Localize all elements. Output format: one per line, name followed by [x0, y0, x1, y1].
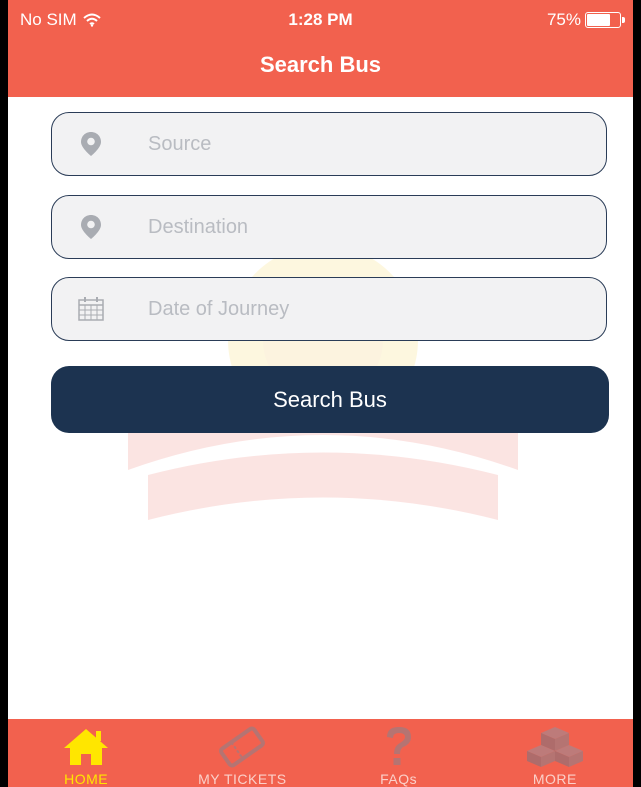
tab-faqs[interactable]: FAQs: [321, 719, 477, 787]
search-bus-button[interactable]: Search Bus: [51, 366, 609, 433]
ticket-icon: [216, 725, 268, 769]
phone-screen: No SIM 1:28 PM 75% Search Bus Source Des…: [8, 0, 633, 787]
boxes-icon: [526, 725, 583, 769]
tab-label: HOME: [64, 771, 109, 787]
tab-label: MORE: [532, 771, 577, 787]
location-pin-icon: [76, 129, 106, 159]
tab-label: FAQs: [380, 771, 418, 787]
status-battery: 75%: [546, 10, 625, 30]
battery-icon: [585, 12, 625, 28]
battery-text: 75%: [546, 10, 581, 29]
status-time: 1:28 PM: [288, 10, 353, 29]
tab-more[interactable]: MORE: [477, 719, 633, 787]
source-field[interactable]: [51, 112, 607, 176]
tab-label: MY TICKETS: [198, 771, 287, 787]
tab-home[interactable]: HOME: [8, 719, 164, 787]
date-input[interactable]: [146, 296, 570, 322]
question-icon: [381, 725, 417, 769]
calendar-icon: [76, 294, 106, 324]
tab-my-tickets[interactable]: MY TICKETS: [164, 719, 320, 787]
tab-bar: HOME MY TICKETS FAQs MORE: [8, 719, 633, 787]
app-header: No SIM 1:28 PM 75% Search Bus: [8, 0, 633, 97]
home-icon: [62, 725, 110, 769]
destination-input[interactable]: [146, 214, 570, 240]
destination-field[interactable]: [51, 195, 607, 259]
page-title: Search Bus: [259, 52, 382, 77]
date-field[interactable]: [51, 277, 607, 341]
location-pin-icon: [76, 212, 106, 242]
source-input[interactable]: [146, 131, 570, 157]
